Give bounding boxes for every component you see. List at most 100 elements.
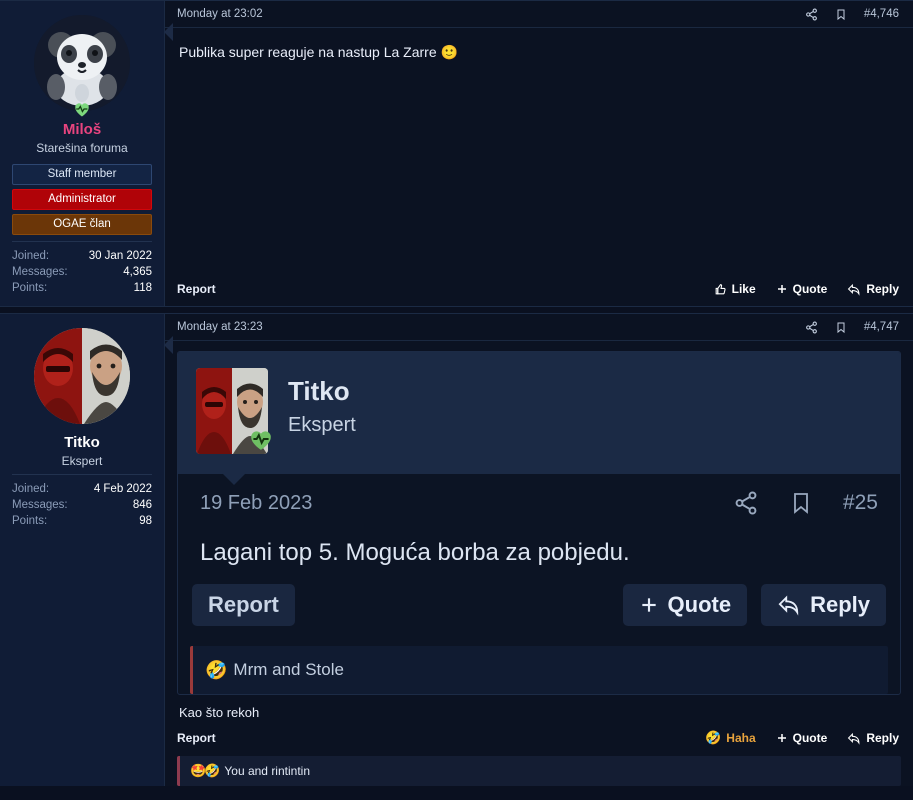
post-date[interactable]: Monday at 23:23 <box>177 321 805 333</box>
user-card-milos: Miloš Starešina foruma Staff member Admi… <box>0 1 173 306</box>
reply-label: Reply <box>810 592 870 617</box>
stat-points: Points: 98 <box>12 513 152 529</box>
quoted-avatar-wrapper[interactable] <box>196 368 271 454</box>
quote-label: Quote <box>792 282 828 296</box>
post-actions: 🤣 Haha Quote Reply <box>705 730 899 746</box>
report-button[interactable]: Report <box>177 731 216 745</box>
stat-points: Points: 118 <box>12 280 152 296</box>
share-icon[interactable] <box>805 321 818 334</box>
username[interactable]: Titko <box>12 434 152 451</box>
share-icon[interactable] <box>805 8 818 21</box>
reply-button[interactable]: Reply <box>847 282 899 296</box>
bookmark-icon[interactable] <box>835 8 847 21</box>
post-pointer-arrow <box>164 23 173 41</box>
quote-button[interactable]: Quote <box>776 731 828 745</box>
post-header: Monday at 23:23 #4,747 <box>165 314 913 341</box>
post-header-icons: #4,747 <box>805 321 899 334</box>
user-stats: Joined: 30 Jan 2022 Messages: 4,365 Poin… <box>12 241 152 296</box>
quoted-post-reaction-bar[interactable]: 🤣 Mrm and Stole <box>190 646 888 694</box>
post-header-icons: #4,746 <box>805 8 899 21</box>
stat-value: 4 Feb 2022 <box>93 483 152 495</box>
stat-joined: Joined: 4 Feb 2022 <box>12 481 152 497</box>
reply-button[interactable]: Reply <box>847 731 899 745</box>
reply-button[interactable]: Reply <box>761 584 886 626</box>
quoted-username[interactable]: Titko <box>288 374 356 408</box>
post-reaction-bar[interactable]: 🤩🤣 You and rintintin <box>177 756 901 786</box>
quote-button[interactable]: Quote <box>622 584 748 626</box>
user-title: Starešina foruma <box>36 141 128 155</box>
plus-icon <box>776 283 788 295</box>
report-button[interactable]: Report <box>192 584 295 626</box>
reply-label: Reply <box>866 731 899 745</box>
quoted-header-tail <box>222 473 246 485</box>
quoted-user-info: Titko Ekspert <box>288 368 356 440</box>
post-message: Monday at 23:23 #4,747 Titko Ekspert 19 … <box>165 314 913 786</box>
quoted-post-text: Lagani top 5. Moguća borba za pobjedu. <box>200 539 630 566</box>
plus-icon <box>639 595 659 615</box>
bookmark-icon[interactable] <box>789 490 813 516</box>
share-icon[interactable] <box>733 490 759 516</box>
stat-label: Points: <box>12 282 48 294</box>
like-label: Like <box>731 282 756 296</box>
quote-button[interactable]: Quote <box>776 282 828 296</box>
post-text: Publika super reaguje na nastup La Zarre… <box>179 42 899 62</box>
report-button[interactable]: Report <box>177 282 216 296</box>
quoted-post-actions: Report Quote Reply <box>178 576 900 642</box>
badge-staff-member: Staff member <box>12 164 152 185</box>
stat-label: Messages: <box>12 266 68 278</box>
stat-value: 98 <box>139 515 152 527</box>
stat-value: 30 Jan 2022 <box>88 250 152 262</box>
quoted-post-date[interactable]: 19 Feb 2023 <box>200 492 733 515</box>
post-date[interactable]: Monday at 23:02 <box>177 8 805 20</box>
bookmark-icon[interactable] <box>835 321 847 334</box>
reply-arrow-icon <box>847 283 861 296</box>
stat-label: Joined: <box>12 483 50 495</box>
forum-thread-page: Miloš Starešina foruma Staff member Admi… <box>0 0 913 800</box>
quote-label: Quote <box>667 592 732 617</box>
avatar-wrapper[interactable] <box>34 15 130 117</box>
post-number[interactable]: #4,747 <box>864 321 899 333</box>
green-heart-pulse-icon <box>72 99 92 119</box>
quoted-user-title: Ekspert <box>288 414 356 436</box>
post-number[interactable]: #4,746 <box>864 8 899 20</box>
split-face-avatar[interactable] <box>34 328 130 424</box>
stat-messages: Messages: 846 <box>12 497 152 513</box>
stat-value: 846 <box>132 499 152 511</box>
reply-label: Reply <box>866 282 899 296</box>
reply-arrow-icon <box>847 732 861 745</box>
rofl-emoji: 🤣 <box>705 730 722 745</box>
post-4746: Miloš Starešina foruma Staff member Admi… <box>0 0 913 307</box>
stat-joined: Joined: 30 Jan 2022 <box>12 248 152 264</box>
reaction-users[interactable]: You and rintintin <box>224 764 310 778</box>
haha-reaction-button[interactable]: 🤣 Haha <box>705 730 756 746</box>
user-card-titko: Titko Ekspert Joined: 4 Feb 2022 Message… <box>0 314 173 786</box>
stat-value: 118 <box>133 282 152 294</box>
stat-label: Messages: <box>12 499 68 511</box>
post-pointer-arrow <box>164 336 173 354</box>
post-footer: Report Like Quote Reply <box>165 274 913 306</box>
post-actions: Like Quote Reply <box>714 282 899 296</box>
username[interactable]: Miloš <box>12 121 152 138</box>
slight-smile-emoji: 🙂 <box>440 44 458 60</box>
quoted-post-user-header: Titko Ekspert <box>178 352 900 485</box>
user-badges: Staff member Administrator OGAE član <box>12 164 152 235</box>
panda-avatar[interactable] <box>34 15 130 111</box>
stat-value: 4,365 <box>123 266 152 278</box>
thumbs-up-icon <box>714 283 727 296</box>
quoted-post-icons: #25 <box>733 490 878 516</box>
stat-label: Joined: <box>12 250 50 262</box>
quoted-post: Titko Ekspert 19 Feb 2023 #25 Lagani top… <box>177 351 901 695</box>
quoted-post-number[interactable]: #25 <box>843 491 878 515</box>
reaction-users[interactable]: Mrm and Stole <box>233 660 344 680</box>
stat-label: Points: <box>12 515 48 527</box>
badge-administrator: Administrator <box>12 189 152 210</box>
star-struck-and-rofl-emoji: 🤩🤣 <box>190 763 220 778</box>
post-4747: Titko Ekspert Joined: 4 Feb 2022 Message… <box>0 313 913 786</box>
post-footer: Report 🤣 Haha Quote Reply <box>165 722 913 756</box>
quote-label: Quote <box>792 731 828 745</box>
avatar-wrapper[interactable] <box>34 328 130 424</box>
post-text: Kao što rekoh <box>179 705 260 720</box>
quoted-post-meta: 19 Feb 2023 #25 <box>178 474 900 528</box>
like-button[interactable]: Like <box>714 282 756 296</box>
green-heart-pulse-icon <box>248 426 274 452</box>
